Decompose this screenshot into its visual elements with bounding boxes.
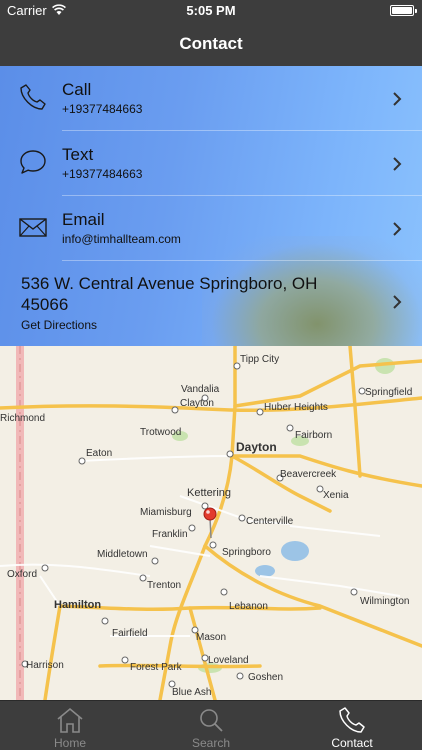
map-label: Wilmington — [360, 596, 410, 607]
map-label: Blue Ash — [172, 687, 212, 698]
map-label: Hamilton — [54, 599, 102, 611]
map-label: Springboro — [222, 547, 271, 558]
page-title: Contact — [179, 34, 243, 53]
home-icon — [57, 707, 83, 733]
map-label: Huber Heights — [264, 402, 328, 413]
tab-search-label: Search — [191, 736, 231, 750]
map-label: Mason — [196, 632, 227, 643]
map-label: Goshen — [248, 672, 284, 683]
map-label: Oxford — [7, 569, 38, 580]
chevron-right-icon — [393, 92, 402, 106]
text-number: +19377484663 — [62, 167, 143, 181]
email-address: info@timhallteam.com — [62, 232, 181, 246]
phone-icon — [20, 84, 46, 110]
search-icon — [200, 709, 223, 732]
tab-search[interactable]: Search — [141, 701, 281, 750]
address-row[interactable]: 536 W. Central Avenue Springboro, OH 450… — [0, 261, 422, 346]
phone-icon — [339, 707, 365, 733]
nav-bar: Contact — [0, 22, 422, 66]
map-label: Eaton — [86, 448, 113, 459]
map-label: Trotwood — [140, 427, 182, 438]
text-row[interactable]: Text +19377484663 — [0, 131, 422, 196]
speech-bubble-icon — [20, 150, 46, 174]
map-label: Harrison — [26, 660, 64, 671]
email-label: Email — [62, 210, 105, 229]
tab-contact-label: Contact — [331, 736, 373, 750]
map-label: Middletown — [97, 549, 148, 560]
map-label: Vandalia — [181, 384, 220, 395]
map-label: Centerville — [246, 516, 294, 527]
call-label: Call — [62, 80, 92, 99]
map-view[interactable]: Tipp City Vandalia Clayton Huber Heights… — [0, 346, 422, 700]
map-label: Dayton — [236, 440, 277, 454]
chevron-right-icon — [393, 222, 402, 236]
status-bar: Carrier 5:05 PM — [0, 0, 422, 22]
map-label: Xenia — [323, 490, 349, 501]
tab-home-label: Home — [53, 736, 86, 750]
map-label: Tipp City — [240, 354, 280, 365]
map-label: Fairborn — [295, 430, 333, 441]
map-label: Richmond — [0, 413, 46, 424]
map-label: Springfield — [365, 387, 413, 398]
map-label: Franklin — [152, 529, 188, 540]
email-row[interactable]: Email info@timhallteam.com — [0, 196, 422, 261]
map-label: Miamisburg — [140, 507, 192, 518]
map-label: Clayton — [180, 398, 214, 409]
map-label: Trenton — [147, 580, 182, 591]
map-label: Loveland — [208, 655, 249, 666]
envelope-icon — [19, 218, 47, 237]
map-label: Forest Park — [130, 662, 182, 673]
contact-panel: Call +19377484663 Text +19377484663 Emai… — [0, 66, 422, 346]
map-label: Lebanon — [229, 601, 268, 612]
get-directions-link[interactable]: Get Directions — [21, 318, 97, 332]
text-label: Text — [62, 145, 94, 164]
map-label: Kettering — [187, 487, 232, 499]
chevron-right-icon — [393, 295, 402, 309]
map-label: Beavercreek — [280, 469, 337, 480]
call-row[interactable]: Call +19377484663 — [0, 66, 422, 131]
clock: 5:05 PM — [186, 3, 236, 18]
call-number: +19377484663 — [62, 102, 143, 116]
map-label: Fairfield — [112, 628, 148, 639]
address-text: 536 W. Central Avenue Springboro, OH 450… — [21, 274, 318, 314]
tab-home[interactable]: Home — [0, 701, 140, 750]
tab-contact[interactable]: Contact — [282, 701, 422, 750]
tab-bar: Home Search Contact — [0, 700, 422, 750]
battery-icon — [390, 5, 417, 16]
chevron-right-icon — [393, 157, 402, 171]
